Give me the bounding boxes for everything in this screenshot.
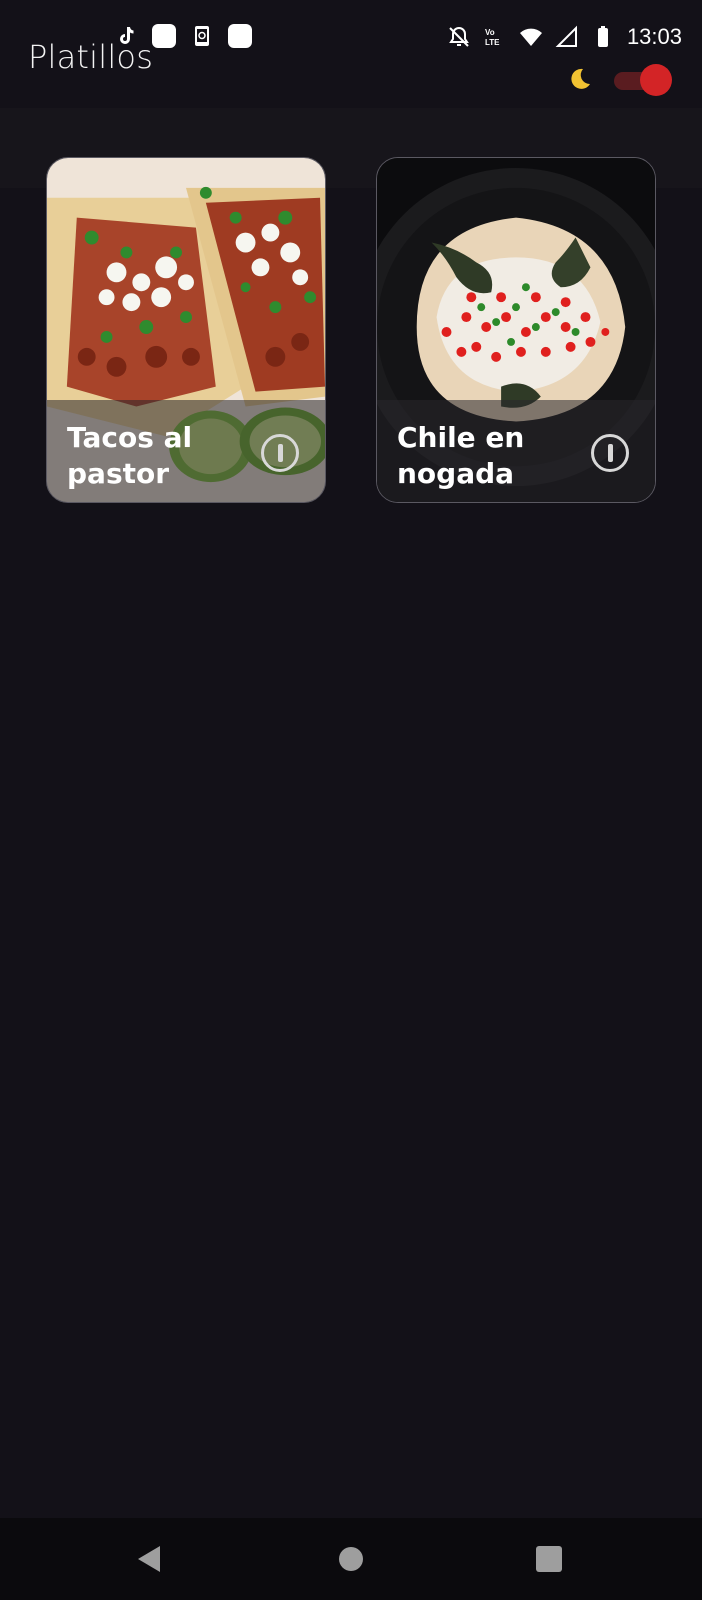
recents-icon[interactable] xyxy=(532,1542,566,1576)
info-icon[interactable] xyxy=(591,434,629,472)
info-icon-bar xyxy=(277,444,283,462)
dish-name: Chile en nogada xyxy=(397,421,525,490)
dish-card[interactable]: Chile en nogada xyxy=(376,157,656,503)
info-icon[interactable] xyxy=(261,434,299,472)
info-icon-bar xyxy=(607,444,613,462)
dish-grid: Tacos al pastor Chile en nogada xyxy=(0,0,702,1600)
dish-card[interactable]: Tacos al pastor xyxy=(46,157,326,503)
navigation-bar xyxy=(0,1518,702,1600)
back-icon[interactable] xyxy=(132,1542,166,1576)
home-icon[interactable] xyxy=(334,1542,368,1576)
dish-name: Tacos al pastor xyxy=(67,421,193,490)
